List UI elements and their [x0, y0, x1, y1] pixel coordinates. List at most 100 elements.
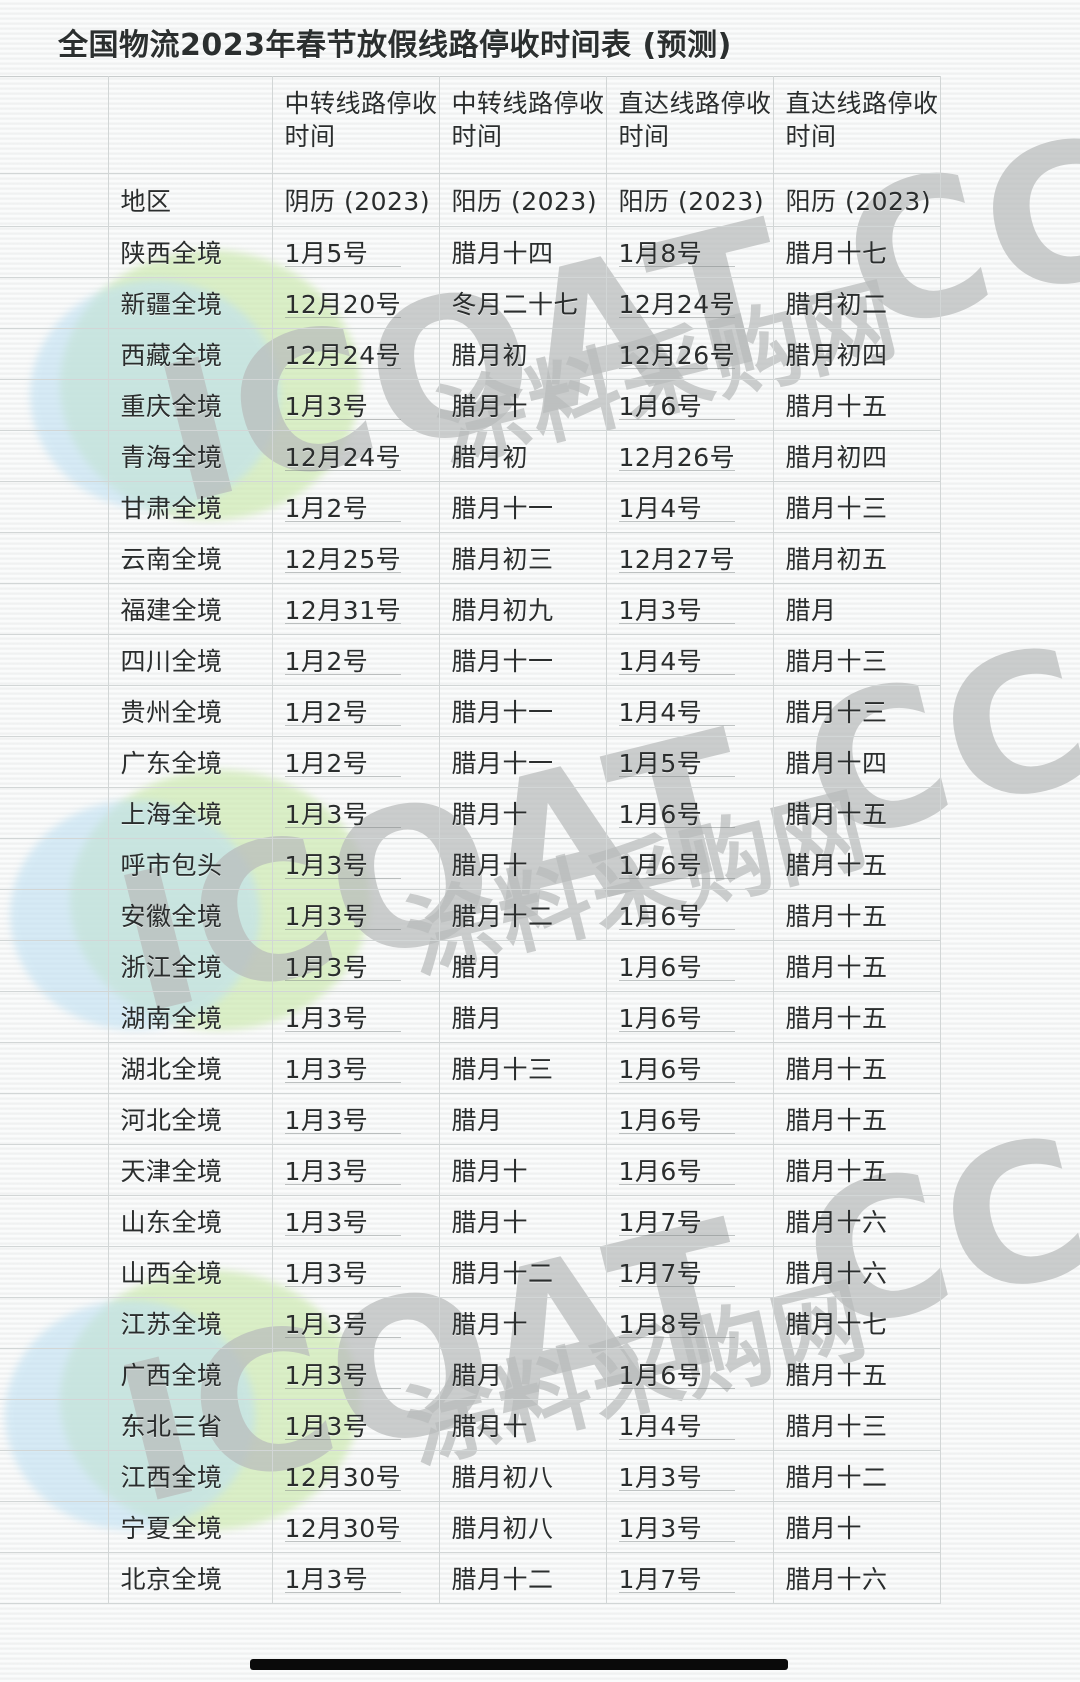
region-cell: 天津全境	[107, 1144, 273, 1196]
region-cell: 广东全境	[107, 736, 273, 788]
table-row: 河北全境 1月3号 腊月 1月6号 腊月十五	[0, 1093, 941, 1145]
cell-c1: 12月24号	[271, 328, 440, 380]
bottom-scroll-indicator[interactable]	[250, 1659, 788, 1670]
row-gutter-cell	[0, 685, 109, 737]
cell-c1: 1月3号	[271, 1552, 440, 1604]
subheader-region-label: 地区	[107, 173, 273, 227]
row-gutter-cell	[0, 532, 109, 584]
header-region-cell	[107, 76, 273, 174]
cell-c4: 腊月十	[772, 1501, 941, 1553]
row-gutter-cell	[0, 1246, 109, 1298]
cell-c4: 腊月十五	[772, 787, 941, 839]
row-gutter-cell	[0, 1144, 109, 1196]
cell-c4: 腊月初四	[772, 328, 941, 380]
cell-c1: 1月3号	[271, 889, 440, 941]
cell-c2: 腊月十	[438, 1297, 607, 1349]
cell-c1: 1月3号	[271, 1195, 440, 1247]
cell-c2: 腊月十一	[438, 736, 607, 788]
cell-c1: 1月3号	[271, 991, 440, 1043]
row-gutter-cell	[0, 1093, 109, 1145]
row-gutter-cell	[0, 1552, 109, 1604]
row-gutter-cell	[0, 1501, 109, 1553]
row-gutter-cell	[0, 226, 109, 278]
cell-c4: 腊月十七	[772, 226, 941, 278]
table-row: 陕西全境 1月5号 腊月十四 1月8号 腊月十七	[0, 226, 941, 278]
cell-c3: 1月8号	[605, 1297, 774, 1349]
region-cell: 湖北全境	[107, 1042, 273, 1094]
cell-c1: 1月3号	[271, 1399, 440, 1451]
region-cell: 四川全境	[107, 634, 273, 686]
header-col-1: 中转线路停收时间	[271, 76, 440, 174]
row-gutter-cell	[0, 889, 109, 941]
table-row: 西藏全境 12月24号 腊月初 12月26号 腊月初四	[0, 328, 941, 380]
table-row: 湖北全境 1月3号 腊月十三 1月6号 腊月十五	[0, 1042, 941, 1094]
header-col-4: 直达线路停收时间	[772, 76, 941, 174]
cell-c3: 1月6号	[605, 991, 774, 1043]
cell-c1: 1月3号	[271, 1246, 440, 1298]
cell-c3: 1月6号	[605, 838, 774, 890]
schedule-table-body: 中转线路停收时间 中转线路停收时间 直达线路停收时间 直达线路停收时间 地区 阴…	[0, 76, 941, 1604]
cell-c4: 腊月十三	[772, 1399, 941, 1451]
cell-c4: 腊月	[772, 583, 941, 635]
row-gutter-cell	[0, 583, 109, 635]
cell-c3: 1月8号	[605, 226, 774, 278]
cell-c3: 1月6号	[605, 1093, 774, 1145]
cell-c3: 1月6号	[605, 1042, 774, 1094]
table-row: 云南全境 12月25号 腊月初三 12月27号 腊月初五	[0, 532, 941, 584]
cell-c1: 12月20号	[271, 277, 440, 329]
cell-c2: 腊月	[438, 1348, 607, 1400]
row-gutter-cell	[0, 277, 109, 329]
cell-c1: 1月3号	[271, 1093, 440, 1145]
table-row: 天津全境 1月3号 腊月十 1月6号 腊月十五	[0, 1144, 941, 1196]
cell-c1: 1月3号	[271, 1042, 440, 1094]
region-cell: 浙江全境	[107, 940, 273, 992]
cell-c4: 腊月十六	[772, 1246, 941, 1298]
cell-c4: 腊月十七	[772, 1297, 941, 1349]
table-row: 四川全境 1月2号 腊月十一 1月4号 腊月十三	[0, 634, 941, 686]
row-gutter-cell	[0, 940, 109, 992]
cell-c1: 1月3号	[271, 787, 440, 839]
header-gutter-cell	[0, 76, 109, 174]
row-gutter-cell	[0, 1348, 109, 1400]
region-cell: 福建全境	[107, 583, 273, 635]
cell-c2: 腊月十二	[438, 889, 607, 941]
cell-c3: 1月6号	[605, 889, 774, 941]
region-cell: 北京全境	[107, 1552, 273, 1604]
cell-c1: 1月3号	[271, 379, 440, 431]
cell-c4: 腊月初二	[772, 277, 941, 329]
row-gutter-cell	[0, 1399, 109, 1451]
cell-c1: 12月24号	[271, 430, 440, 482]
cell-c1: 1月2号	[271, 685, 440, 737]
cell-c4: 腊月十三	[772, 481, 941, 533]
table-row: 广东全境 1月2号 腊月十一 1月5号 腊月十四	[0, 736, 941, 788]
table-row: 浙江全境 1月3号 腊月 1月6号 腊月十五	[0, 940, 941, 992]
cell-c2: 腊月十	[438, 1195, 607, 1247]
subheader-gutter-cell	[0, 173, 109, 227]
cell-c2: 腊月十	[438, 1399, 607, 1451]
table-row: 东北三省 1月3号 腊月十 1月4号 腊月十三	[0, 1399, 941, 1451]
table-row: 北京全境 1月3号 腊月十二 1月7号 腊月十六	[0, 1552, 941, 1604]
cell-c2: 冬月二十七	[438, 277, 607, 329]
cell-c3: 1月4号	[605, 481, 774, 533]
cell-c2: 腊月十	[438, 838, 607, 890]
cell-c2: 腊月十三	[438, 1042, 607, 1094]
cell-c3: 1月7号	[605, 1195, 774, 1247]
title-bar: 全国物流2023年春节放假线路停收时间表 (预测)	[0, 0, 1080, 72]
cell-c3: 1月6号	[605, 379, 774, 431]
row-gutter-cell	[0, 634, 109, 686]
subheader-col-4: 阳历 (2023)	[772, 173, 941, 227]
cell-c4: 腊月十三	[772, 685, 941, 737]
row-gutter-cell	[0, 1195, 109, 1247]
row-gutter-cell	[0, 838, 109, 890]
cell-c2: 腊月十	[438, 1144, 607, 1196]
region-cell: 河北全境	[107, 1093, 273, 1145]
page-title: 全国物流2023年春节放假线路停收时间表 (预测)	[58, 28, 732, 63]
table-row: 安徽全境 1月3号 腊月十二 1月6号 腊月十五	[0, 889, 941, 941]
cell-c3: 12月24号	[605, 277, 774, 329]
cell-c1: 1月3号	[271, 838, 440, 890]
table-subheader-row: 地区 阴历 (2023) 阳历 (2023) 阳历 (2023) 阳历 (202…	[0, 173, 941, 227]
cell-c1: 1月3号	[271, 1348, 440, 1400]
region-cell: 湖南全境	[107, 991, 273, 1043]
cell-c2: 腊月十一	[438, 481, 607, 533]
cell-c3: 1月4号	[605, 685, 774, 737]
